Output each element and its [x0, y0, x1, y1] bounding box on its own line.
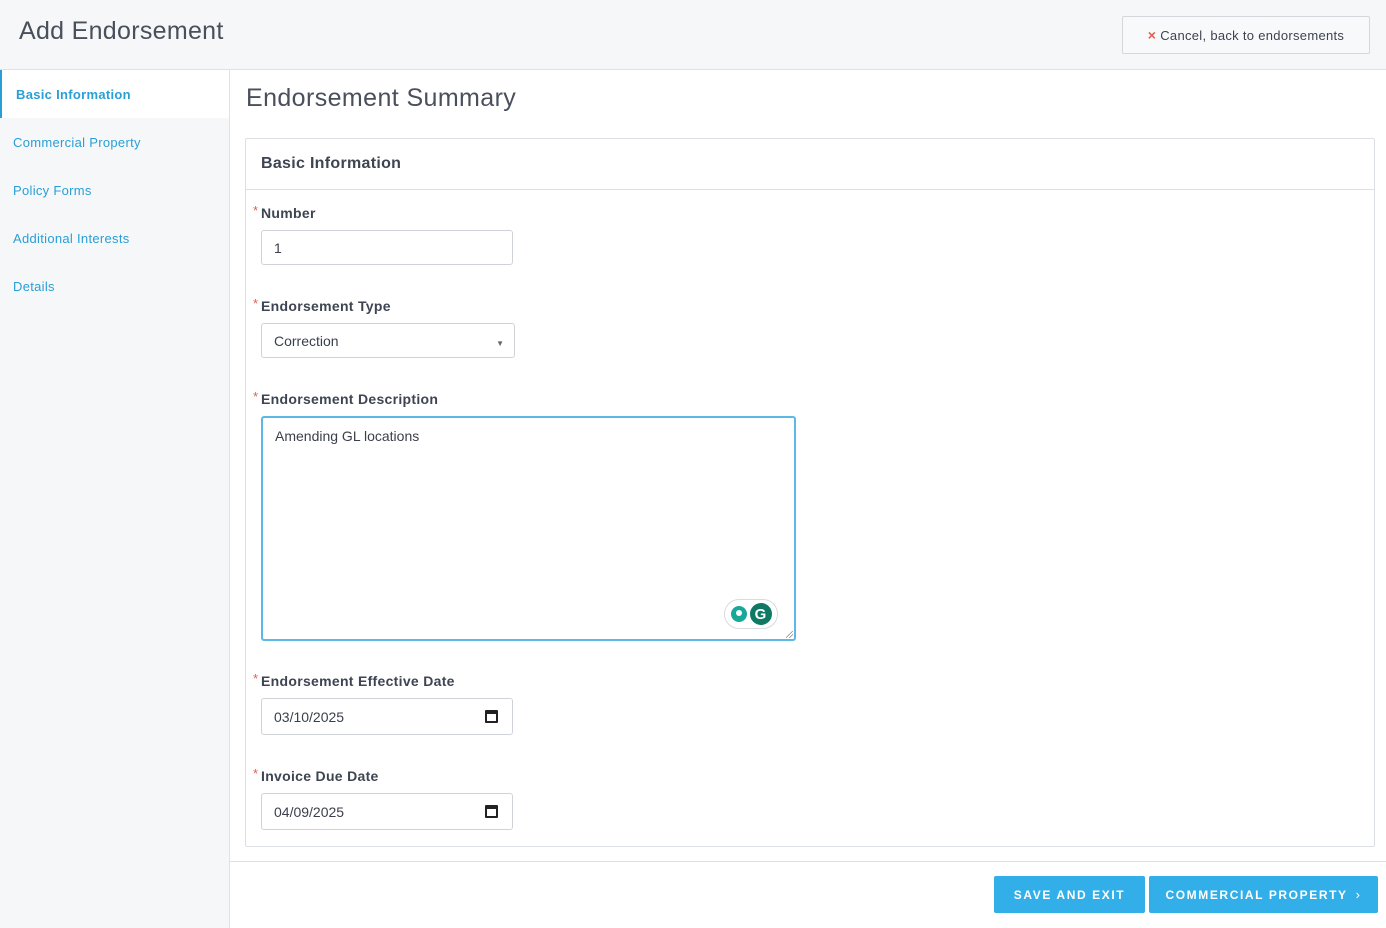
- calendar-icon[interactable]: [485, 805, 498, 818]
- number-field[interactable]: 1: [261, 230, 513, 265]
- sidebar-item-basic-information[interactable]: Basic Information: [0, 70, 229, 118]
- endorsement-description-label: * Endorsement Description: [253, 389, 439, 407]
- number-label: * Number: [253, 203, 316, 221]
- sidebar-item-details[interactable]: Details: [0, 262, 229, 310]
- required-marker: *: [253, 389, 259, 404]
- panel-header: Basic Information: [246, 139, 1374, 190]
- chevron-down-icon: ▼: [496, 339, 504, 348]
- effective-date-label: * Endorsement Effective Date: [253, 671, 455, 689]
- main-content: Endorsement Summary Basic Information * …: [230, 70, 1386, 928]
- footer-actions: SAVE AND EXIT COMMERCIAL PROPERTY ›: [230, 861, 1386, 928]
- endorsement-type-select[interactable]: Correction ▼: [261, 323, 515, 358]
- invoice-due-date-input[interactable]: 04/09/2025: [261, 793, 513, 830]
- calendar-icon[interactable]: [485, 710, 498, 723]
- number-value: 1: [274, 239, 282, 256]
- required-marker: *: [253, 203, 259, 218]
- page-title: Add Endorsement: [19, 17, 224, 45]
- sidebar-item-policy-forms[interactable]: Policy Forms: [0, 166, 229, 214]
- endorsement-description-value: Amending GL locations: [275, 428, 420, 444]
- effective-date-label-text: Endorsement Effective Date: [261, 673, 455, 689]
- number-label-text: Number: [261, 205, 316, 221]
- endorsement-type-value: Correction: [274, 332, 339, 349]
- commercial-property-button-label: COMMERCIAL PROPERTY: [1165, 887, 1348, 902]
- required-marker: *: [253, 671, 259, 686]
- required-marker: *: [253, 766, 259, 781]
- invoice-due-date-value: 04/09/2025: [274, 803, 345, 820]
- cancel-button-label: Cancel, back to endorsements: [1160, 27, 1345, 43]
- endorsement-description-label-text: Endorsement Description: [261, 391, 439, 407]
- grammarly-icon[interactable]: G: [749, 603, 772, 625]
- endorsement-type-label-text: Endorsement Type: [261, 298, 391, 314]
- invoice-due-date-label-text: Invoice Due Date: [261, 768, 379, 784]
- grammarly-widget[interactable]: G: [724, 599, 778, 629]
- commercial-property-button[interactable]: COMMERCIAL PROPERTY ›: [1149, 876, 1378, 913]
- invoice-due-date-label: * Invoice Due Date: [253, 766, 379, 784]
- sidebar-item-additional-interests[interactable]: Additional Interests: [0, 214, 229, 262]
- lightbulb-icon[interactable]: [730, 606, 747, 622]
- endorsement-type-label: * Endorsement Type: [253, 296, 391, 314]
- basic-information-panel: Basic Information * Number 1 * Endorseme…: [245, 138, 1375, 847]
- save-and-exit-button[interactable]: SAVE AND EXIT: [994, 876, 1145, 913]
- endorsement-description-textarea[interactable]: Amending GL locations G: [261, 416, 796, 641]
- section-title: Endorsement Summary: [246, 84, 517, 112]
- chevron-right-icon: ›: [1355, 887, 1362, 902]
- sidebar: Basic Information Commercial Property Po…: [0, 70, 230, 928]
- cancel-button[interactable]: × Cancel, back to endorsements: [1122, 16, 1370, 54]
- panel-title: Basic Information: [261, 155, 402, 172]
- close-icon: ×: [1147, 27, 1157, 43]
- header: Add Endorsement × Cancel, back to endors…: [0, 0, 1386, 70]
- effective-date-input[interactable]: 03/10/2025: [261, 698, 513, 735]
- effective-date-value: 03/10/2025: [274, 708, 345, 725]
- required-marker: *: [253, 296, 259, 311]
- sidebar-item-commercial-property[interactable]: Commercial Property: [0, 118, 229, 166]
